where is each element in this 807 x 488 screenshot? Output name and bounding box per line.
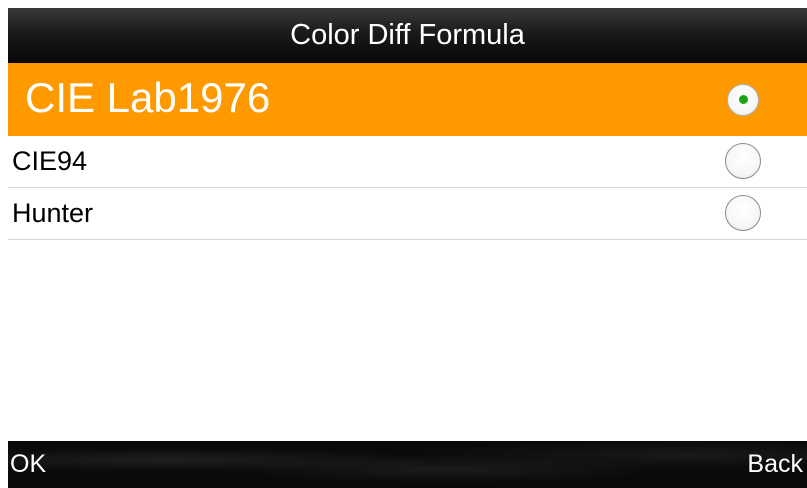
option-cie-lab1976[interactable]: CIE Lab1976	[8, 63, 807, 136]
ok-button[interactable]: OK	[10, 441, 46, 488]
formula-option-list: CIE Lab1976 CIE94 Hunter	[8, 63, 807, 240]
softkey-bar: OK Back	[8, 441, 807, 488]
option-cie94[interactable]: CIE94	[8, 136, 807, 188]
page-title: Color Diff Formula	[290, 19, 525, 51]
radio-unselected-icon[interactable]	[725, 194, 761, 231]
option-hunter[interactable]: Hunter	[8, 188, 807, 240]
radio-unselected-icon[interactable]	[725, 142, 761, 179]
radio-selected-icon[interactable]	[727, 83, 759, 116]
back-button[interactable]: Back	[747, 441, 803, 488]
title-bar: Color Diff Formula	[8, 8, 807, 63]
option-label: Hunter	[12, 198, 94, 228]
option-label: CIE94	[12, 146, 88, 176]
screen: Color Diff Formula CIE Lab1976 CIE94 Hun…	[0, 0, 807, 488]
option-label: CIE Lab1976	[25, 74, 271, 121]
radio-dot-icon	[738, 95, 748, 104]
